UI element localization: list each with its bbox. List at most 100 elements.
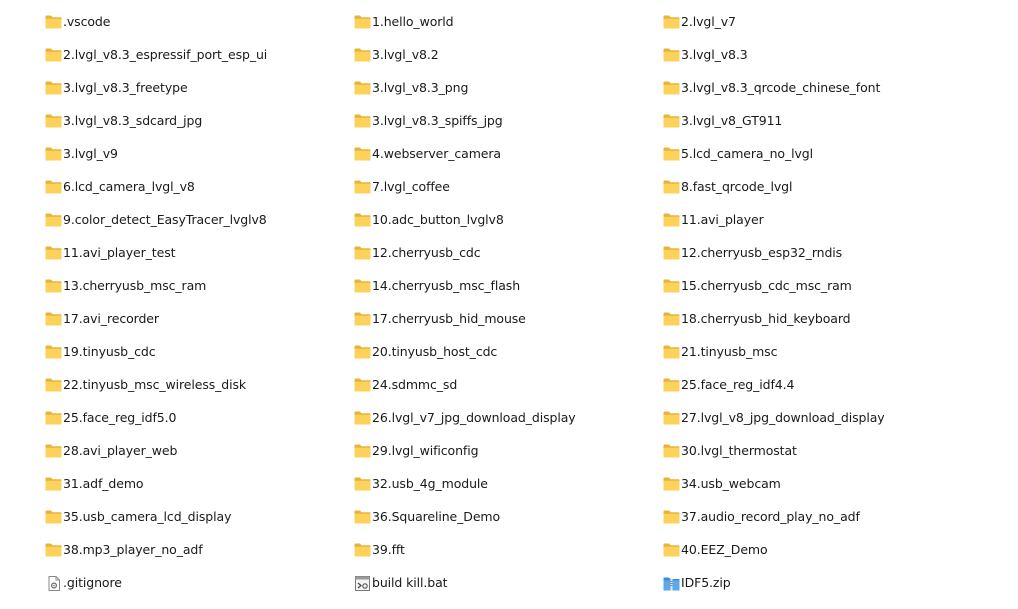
folder-item[interactable]: 5.lcd_camera_no_lvgl [663, 143, 972, 165]
folder-icon [663, 345, 680, 360]
folder-icon [663, 15, 680, 30]
folder-icon [45, 15, 62, 30]
item-name: 25.face_reg_idf5.0 [63, 410, 177, 425]
folder-icon [45, 114, 62, 129]
folder-item[interactable]: 11.avi_player [663, 209, 972, 231]
folder-icon [45, 345, 62, 360]
folder-item[interactable]: 3.lvgl_v8.3_freetype [45, 77, 354, 99]
folder-item[interactable]: 13.cherryusb_msc_ram [45, 275, 354, 297]
file-item[interactable]: build kill.bat [354, 572, 663, 594]
folder-item[interactable]: 20.tinyusb_host_cdc [354, 341, 663, 363]
folder-item[interactable]: 34.usb_webcam [663, 473, 972, 495]
item-name: 27.lvgl_v8_jpg_download_display [681, 410, 885, 425]
item-name: 37.audio_record_play_no_adf [681, 509, 860, 524]
folder-item[interactable]: 30.lvgl_thermostat [663, 440, 972, 462]
folder-icon [45, 378, 62, 393]
folder-icon [663, 510, 680, 525]
item-name: 12.cherryusb_esp32_rndis [681, 245, 843, 260]
folder-icon [354, 48, 371, 63]
item-name: 3.lvgl_v9 [63, 146, 118, 161]
folder-icon [663, 48, 680, 63]
item-name: 26.lvgl_v7_jpg_download_display [372, 410, 576, 425]
folder-icon [354, 378, 371, 393]
folder-item[interactable]: 24.sdmmc_sd [354, 374, 663, 396]
folder-item[interactable]: 40.EEZ_Demo [663, 539, 972, 561]
folder-item[interactable]: 21.tinyusb_msc [663, 341, 972, 363]
folder-item[interactable]: 12.cherryusb_esp32_rndis [663, 242, 972, 264]
folder-item[interactable]: 3.lvgl_v8.3_spiffs_jpg [354, 110, 663, 132]
item-name: 3.lvgl_v8.3_sdcard_jpg [63, 113, 203, 128]
item-name: 4.webserver_camera [372, 146, 501, 161]
folder-item[interactable]: 36.Squareline_Demo [354, 506, 663, 528]
folder-icon [354, 180, 371, 195]
item-name: 3.lvgl_v8.3_freetype [63, 80, 188, 95]
folder-item[interactable]: 4.webserver_camera [354, 143, 663, 165]
item-name: 19.tinyusb_cdc [63, 344, 156, 359]
folder-item[interactable]: 31.adf_demo [45, 473, 354, 495]
item-name: 3.lvgl_v8_GT911 [681, 113, 783, 128]
item-name: 30.lvgl_thermostat [681, 443, 797, 458]
folder-item[interactable]: 17.cherryusb_hid_mouse [354, 308, 663, 330]
folder-icon [663, 312, 680, 327]
folder-item[interactable]: 3.lvgl_v8.3_png [354, 77, 663, 99]
folder-item[interactable]: 15.cherryusb_cdc_msc_ram [663, 275, 972, 297]
folder-item[interactable]: 25.face_reg_idf5.0 [45, 407, 354, 429]
folder-item[interactable]: 12.cherryusb_cdc [354, 242, 663, 264]
folder-item[interactable]: 38.mp3_player_no_adf [45, 539, 354, 561]
folder-item[interactable]: 17.avi_recorder [45, 308, 354, 330]
folder-item[interactable]: 14.cherryusb_msc_flash [354, 275, 663, 297]
folder-item[interactable]: 7.lvgl_coffee [354, 176, 663, 198]
folder-item[interactable]: 10.adc_button_lvglv8 [354, 209, 663, 231]
folder-item[interactable]: 2.lvgl_v7 [663, 11, 972, 33]
folder-icon [45, 444, 62, 459]
folder-icon [663, 543, 680, 558]
folder-item[interactable]: 3.lvgl_v8_GT911 [663, 110, 972, 132]
folder-item[interactable]: 32.usb_4g_module [354, 473, 663, 495]
folder-icon [663, 114, 680, 129]
folder-item[interactable]: 3.lvgl_v9 [45, 143, 354, 165]
folder-item[interactable]: 6.lcd_camera_lvgl_v8 [45, 176, 354, 198]
folder-item[interactable]: 3.lvgl_v8.3_sdcard_jpg [45, 110, 354, 132]
folder-item[interactable]: 9.color_detect_EasyTracer_lvglv8 [45, 209, 354, 231]
folder-icon [354, 411, 371, 426]
folder-item[interactable]: 29.lvgl_wificonfig [354, 440, 663, 462]
folder-item[interactable]: 3.lvgl_v8.2 [354, 44, 663, 66]
item-name: 2.lvgl_v7 [681, 14, 736, 29]
folder-item[interactable]: 27.lvgl_v8_jpg_download_display [663, 407, 972, 429]
folder-item[interactable]: 35.usb_camera_lcd_display [45, 506, 354, 528]
folder-icon [354, 114, 371, 129]
folder-item[interactable]: 3.lvgl_v8.3 [663, 44, 972, 66]
file-item[interactable]: IDF5.zip [663, 572, 972, 594]
item-name: 28.avi_player_web [63, 443, 178, 458]
folder-item[interactable]: 1.hello_world [354, 11, 663, 33]
folder-item[interactable]: .vscode [45, 11, 354, 33]
gear-file-icon [45, 575, 62, 591]
folder-item[interactable]: 8.fast_qrcode_lvgl [663, 176, 972, 198]
folder-item[interactable]: 18.cherryusb_hid_keyboard [663, 308, 972, 330]
item-name: 29.lvgl_wificonfig [372, 443, 479, 458]
folder-item[interactable]: 28.avi_player_web [45, 440, 354, 462]
folder-item[interactable]: 25.face_reg_idf4.4 [663, 374, 972, 396]
folder-item[interactable]: 3.lvgl_v8.3_qrcode_chinese_font [663, 77, 972, 99]
folder-item[interactable]: 19.tinyusb_cdc [45, 341, 354, 363]
folder-item[interactable]: 37.audio_record_play_no_adf [663, 506, 972, 528]
folder-item[interactable]: 26.lvgl_v7_jpg_download_display [354, 407, 663, 429]
item-name: 21.tinyusb_msc [681, 344, 778, 359]
folder-item[interactable]: 39.fft [354, 539, 663, 561]
item-name: 7.lvgl_coffee [372, 179, 450, 194]
folder-icon [354, 312, 371, 327]
folder-icon [663, 477, 680, 492]
folder-item[interactable]: 22.tinyusb_msc_wireless_disk [45, 374, 354, 396]
item-name: 17.avi_recorder [63, 311, 159, 326]
folder-item[interactable]: 2.lvgl_v8.3_espressif_port_esp_ui [45, 44, 354, 66]
item-name: 14.cherryusb_msc_flash [372, 278, 521, 293]
folder-icon [45, 312, 62, 327]
folder-icon [354, 15, 371, 30]
item-name: 40.EEZ_Demo [681, 542, 768, 557]
folder-item[interactable]: 11.avi_player_test [45, 242, 354, 264]
item-name: 13.cherryusb_msc_ram [63, 278, 207, 293]
item-name: 20.tinyusb_host_cdc [372, 344, 498, 359]
item-name: 12.cherryusb_cdc [372, 245, 481, 260]
folder-icon [45, 180, 62, 195]
file-item[interactable]: .gitignore [45, 572, 354, 594]
